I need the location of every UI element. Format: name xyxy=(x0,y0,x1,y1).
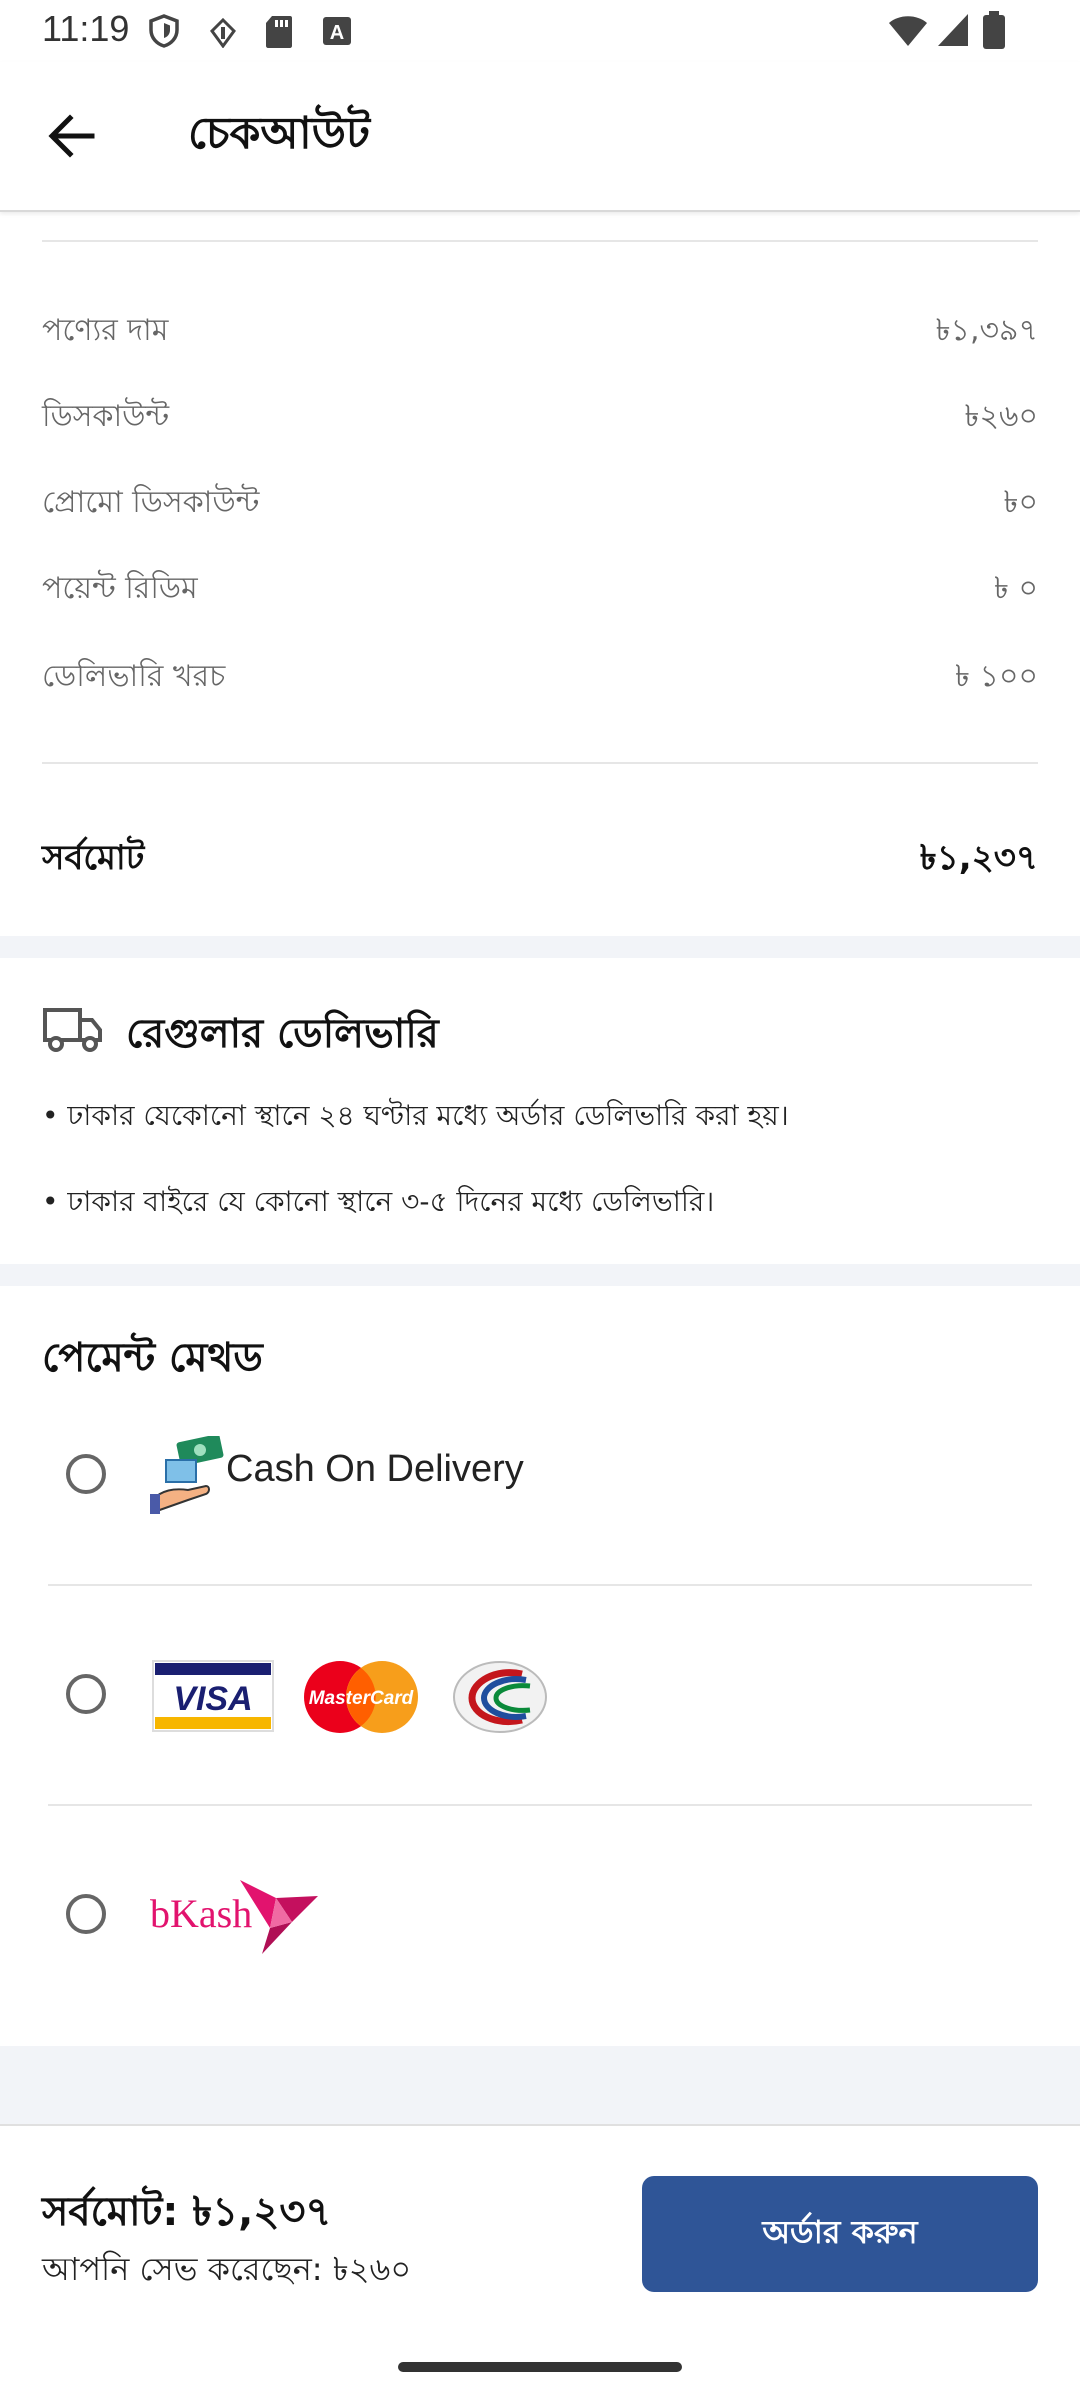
summary-label-point-redeem: পয়েন্ট রিডিম xyxy=(42,571,198,606)
visa-logo-icon: VISA xyxy=(152,1660,274,1732)
delivery-info-line: • ঢাকার যেকোনো স্থানে ২৪ ঘণ্টার মধ্যে অর… xyxy=(42,1099,789,1132)
visa-text: VISA xyxy=(173,1680,252,1718)
section-separator xyxy=(0,1264,1080,1286)
sd-card-icon xyxy=(266,16,292,48)
divider xyxy=(42,240,1038,242)
summary-label-product-price: পণ্যের দাম xyxy=(42,313,169,348)
wifi-icon xyxy=(889,16,927,46)
delivery-info-line: • ঢাকার বাইরে যে কোনো স্থানে ৩-৫ দিনের ম… xyxy=(42,1185,715,1218)
radio-bkash[interactable] xyxy=(66,1894,106,1934)
arrow-left-icon[interactable] xyxy=(40,104,104,168)
signal-icon xyxy=(938,14,968,46)
status-bar: 11:19 A xyxy=(0,0,1080,62)
divider xyxy=(42,762,1038,764)
checkout-bottom-bar: সর্বমোট: ৳১,২৩৭ আপনি সেভ করেছেন: ৳২৬০ অর… xyxy=(0,2124,1080,2402)
mastercard-logo-icon: MasterCard xyxy=(304,1661,418,1733)
payment-method-title: পেমেন্ট মেথড xyxy=(42,1335,263,1381)
summary-label-promo-discount: প্রোমো ডিসকাউন্ট xyxy=(42,485,260,520)
status-time: 11:19 xyxy=(42,8,130,49)
section-separator xyxy=(0,936,1080,958)
place-order-button[interactable]: অর্ডার করুন xyxy=(642,2176,1038,2292)
app-bar: চেকআউট xyxy=(0,62,1080,212)
section-separator xyxy=(0,2046,1080,2124)
summary-label-discount: ডিসকাউন্ট xyxy=(42,399,170,434)
delivery-type-title: রেগুলার ডেলিভারি xyxy=(126,1011,439,1057)
summary-value-delivery-charge: ৳ ১০০ xyxy=(955,659,1038,694)
page-title: চেকআউট xyxy=(188,108,370,159)
truck-icon xyxy=(43,1008,102,1052)
data-saver-icon xyxy=(210,18,236,48)
battery-icon xyxy=(983,11,1005,49)
summary-value-promo-discount: ৳০ xyxy=(1003,485,1038,520)
shield-icon xyxy=(149,14,179,48)
grand-total-value: ৳১,২৩৭ xyxy=(919,838,1038,878)
cash-on-delivery-icon xyxy=(150,1436,224,1514)
savings-text: আপনি সেভ করেছেন: ৳২৬০ xyxy=(42,2250,412,2288)
divider xyxy=(48,1584,1032,1586)
radio-cash-on-delivery[interactable] xyxy=(66,1454,106,1494)
divider xyxy=(48,1804,1032,1806)
dbbl-nexus-icon xyxy=(453,1661,547,1733)
summary-value-point-redeem: ৳ ০ xyxy=(994,571,1038,606)
cash-on-delivery-label[interactable]: Cash On Delivery xyxy=(226,1448,524,1491)
svg-text:A: A xyxy=(330,22,344,44)
grand-total-label: সর্বমোট xyxy=(42,838,145,878)
summary-value-discount: ৳২৬০ xyxy=(964,399,1038,434)
bkash-bird-icon xyxy=(240,1880,318,1954)
bottom-total-text: সর্বমোট: ৳১,২৩৭ xyxy=(42,2189,332,2235)
radio-card-payment[interactable] xyxy=(66,1674,106,1714)
home-indicator[interactable] xyxy=(398,2362,682,2372)
mastercard-text: MasterCard xyxy=(309,1688,414,1709)
summary-value-product-price: ৳১,৩৯৭ xyxy=(935,313,1038,348)
keyboard-a-icon: A xyxy=(323,17,351,45)
summary-label-delivery-charge: ডেলিভারি খরচ xyxy=(42,659,226,694)
